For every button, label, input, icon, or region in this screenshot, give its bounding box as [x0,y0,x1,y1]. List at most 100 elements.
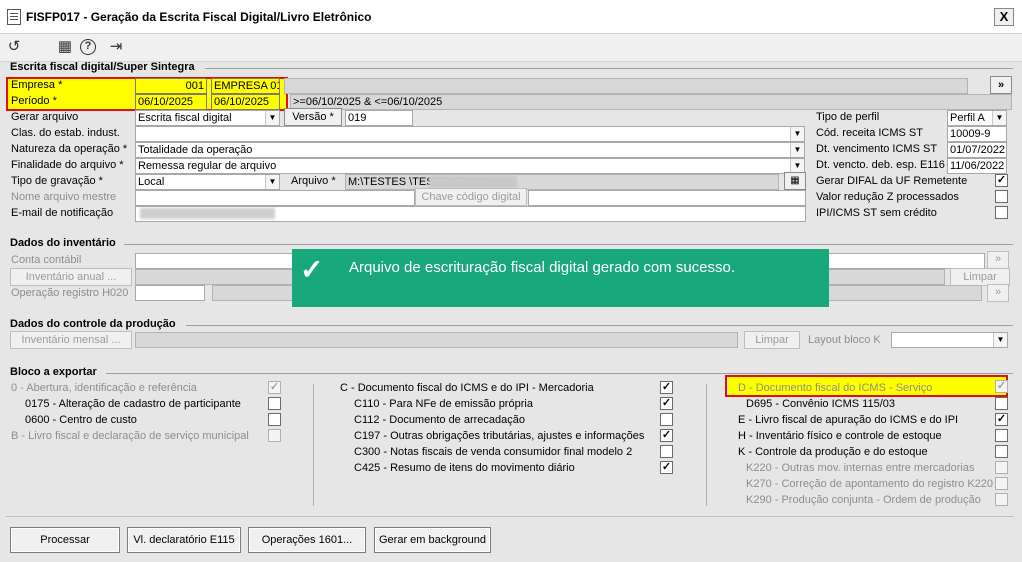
bloco-k-checkbox[interactable] [995,445,1008,458]
undo-icon[interactable]: ↺ [4,38,24,56]
bloco-c110-checkbox[interactable]: ✓ [660,397,673,410]
clas-chevron-down-icon[interactable]: ▼ [790,127,804,141]
inventario-group-title: Dados do inventário [10,237,116,249]
ipi-checkbox[interactable] [995,206,1008,219]
conta-contabil-label: Conta contábil [11,254,82,266]
difal-checkbox[interactable]: ✓ [995,174,1008,187]
difal-label: Gerar DIFAL da UF Remetente [816,175,968,187]
bloco-c300-label: C300 - Notas fiscais de venda consumidor… [354,446,633,458]
producao-group-title: Dados do controle da produção [10,318,176,330]
bloco-k220-label: K220 - Outras mov. internas entre mercad… [746,462,975,474]
bloco-0175-checkbox[interactable] [268,397,281,410]
bloco-0600-checkbox[interactable] [268,413,281,426]
natureza-chevron-down-icon[interactable]: ▼ [790,143,804,157]
bloco-k290-checkbox[interactable] [995,493,1008,506]
toolbar [0,34,1022,62]
reducao-checkbox[interactable] [995,190,1008,203]
periodo-inicio-field[interactable]: 06/10/2025 [135,94,207,110]
success-toast: ✓ Arquivo de escrituração fiscal digital… [292,249,829,307]
bloco-c112-label: C112 - Documento de arrecadação [354,414,526,426]
bloco-k270-checkbox[interactable] [995,477,1008,490]
bloco-0-checkbox[interactable]: ✓ [268,381,281,394]
nome-mestre-label: Nome arquivo mestre [11,191,117,203]
empresa-code-field[interactable]: 001 [135,78,207,94]
bloco-0175-label: 0175 - Alteração de cadastro de particip… [25,398,241,410]
check-icon: ✓ [300,254,324,285]
email-blurred-region [140,208,275,219]
operacao-more-button[interactable]: » [987,284,1009,302]
bloco-c112-checkbox[interactable] [660,413,673,426]
bloco-c110-label: C110 - Para NFe de emissão própria [354,398,533,410]
dt-venc-deb-field[interactable]: 11/06/2022 [947,158,1007,174]
exit-icon[interactable]: ⇥ [106,38,126,56]
gerar-background-button[interactable]: Gerar em background [374,527,491,553]
processar-button[interactable]: Processar [10,527,120,553]
dt-venc-field[interactable]: 01/07/2022 [947,142,1007,158]
clas-select[interactable] [135,126,805,142]
empresa-extra-field [284,78,968,94]
arquivo-field[interactable]: M:\TESTES \TESTENF1011 [345,174,779,190]
tipo-perfil-chevron-down-icon[interactable]: ▼ [992,111,1006,125]
gerar-arquivo-label: Gerar arquivo [11,111,79,123]
inventario-mensal-button[interactable]: Inventário mensal ... [10,331,132,349]
bottom-separator [6,516,1014,517]
chave-codigo-field[interactable] [528,190,806,206]
bloco-0600-label: 0600 - Centro de custo [25,414,137,426]
app-icon [7,9,21,25]
tipo-gravacao-select[interactable]: Local [135,174,280,190]
finalidade-select[interactable]: Remessa regular de arquivo [135,158,805,174]
gerar-arquivo-select[interactable]: Escrita fiscal digital [135,110,280,126]
bloco-e-checkbox[interactable]: ✓ [995,413,1008,426]
help-icon[interactable]: ? [80,39,96,55]
calendar-icon[interactable]: ▦ [55,38,75,56]
toast-message: Arquivo de escrituração fiscal digital g… [349,259,736,276]
tipo-gravacao-chevron-down-icon[interactable]: ▼ [265,175,279,189]
arquivo-blurred-region [429,176,517,188]
bloco-c425-checkbox[interactable]: ✓ [660,461,673,474]
cod-receita-label: Cód. receita ICMS ST [816,127,923,139]
producao-group-line [186,325,1013,326]
bloco-h-label: H - Inventário físico e controle de esto… [738,430,942,442]
versao-field[interactable]: 019 [345,110,413,126]
bloco-d-checkbox[interactable]: ✓ [995,380,1008,393]
conta-more-button[interactable]: » [987,251,1009,269]
layout-bloco-k-select[interactable] [891,332,1008,348]
empresa-label: Empresa * [11,79,63,91]
bloco-e-label: E - Livro fiscal de apuração do ICMS e d… [738,414,959,426]
cod-receita-field[interactable]: 10009-9 [947,126,1007,142]
inventario-anual-button[interactable]: Inventário anual ... [10,268,132,286]
periodo-fim-field[interactable]: 06/10/2025 [211,94,280,110]
more-button[interactable]: » [990,76,1012,94]
bloco-c-checkbox[interactable]: ✓ [660,381,673,394]
periodo-expr-field: >=06/10/2025 & <=06/10/2025 [290,94,1012,110]
bloco-0-label: 0 - Abertura, identificação e referência [11,382,197,394]
vl-declaratorio-button[interactable]: Vl. declaratório E115 [127,527,241,553]
bloco-d695-label: D695 - Convênio ICMS 115/03 [746,398,895,410]
calendar-picker-icon[interactable]: ▦ [784,172,806,190]
versao-label: Versão * [284,108,342,126]
layout-bloco-k-chevron-down-icon[interactable]: ▼ [993,333,1007,347]
producao-limpar-button[interactable]: Limpar [744,331,800,349]
gerar-arquivo-chevron-down-icon[interactable]: ▼ [265,111,279,125]
clas-label: Clas. do estab. indust. [11,127,120,139]
bloco-group-title: Bloco a exportar [10,366,97,378]
bloco-b-checkbox[interactable] [268,429,281,442]
natureza-select[interactable]: Totalidade da operação [135,142,805,158]
chave-codigo-button[interactable]: Chave código digital [415,188,527,206]
bloco-c300-checkbox[interactable] [660,445,673,458]
finalidade-value: Remessa regular de arquivo [138,160,277,172]
operacao-h020-field[interactable] [135,285,205,301]
nome-mestre-field[interactable] [135,190,415,206]
finalidade-label: Finalidade do arquivo * [11,159,124,171]
bloco-h-checkbox[interactable] [995,429,1008,442]
empresa-name-field: EMPRESA 01 [211,78,280,94]
bloco-d695-checkbox[interactable] [995,397,1008,410]
natureza-value: Totalidade da operação [138,144,253,156]
operacoes-1601-button[interactable]: Operações 1601... [248,527,366,553]
close-button[interactable]: X [994,8,1014,26]
bloco-k220-checkbox[interactable] [995,461,1008,474]
bloco-separator-2 [706,384,707,506]
finalidade-chevron-down-icon[interactable]: ▼ [790,159,804,173]
bloco-c197-checkbox[interactable]: ✓ [660,429,673,442]
gerar-arquivo-value: Escrita fiscal digital [138,112,232,124]
